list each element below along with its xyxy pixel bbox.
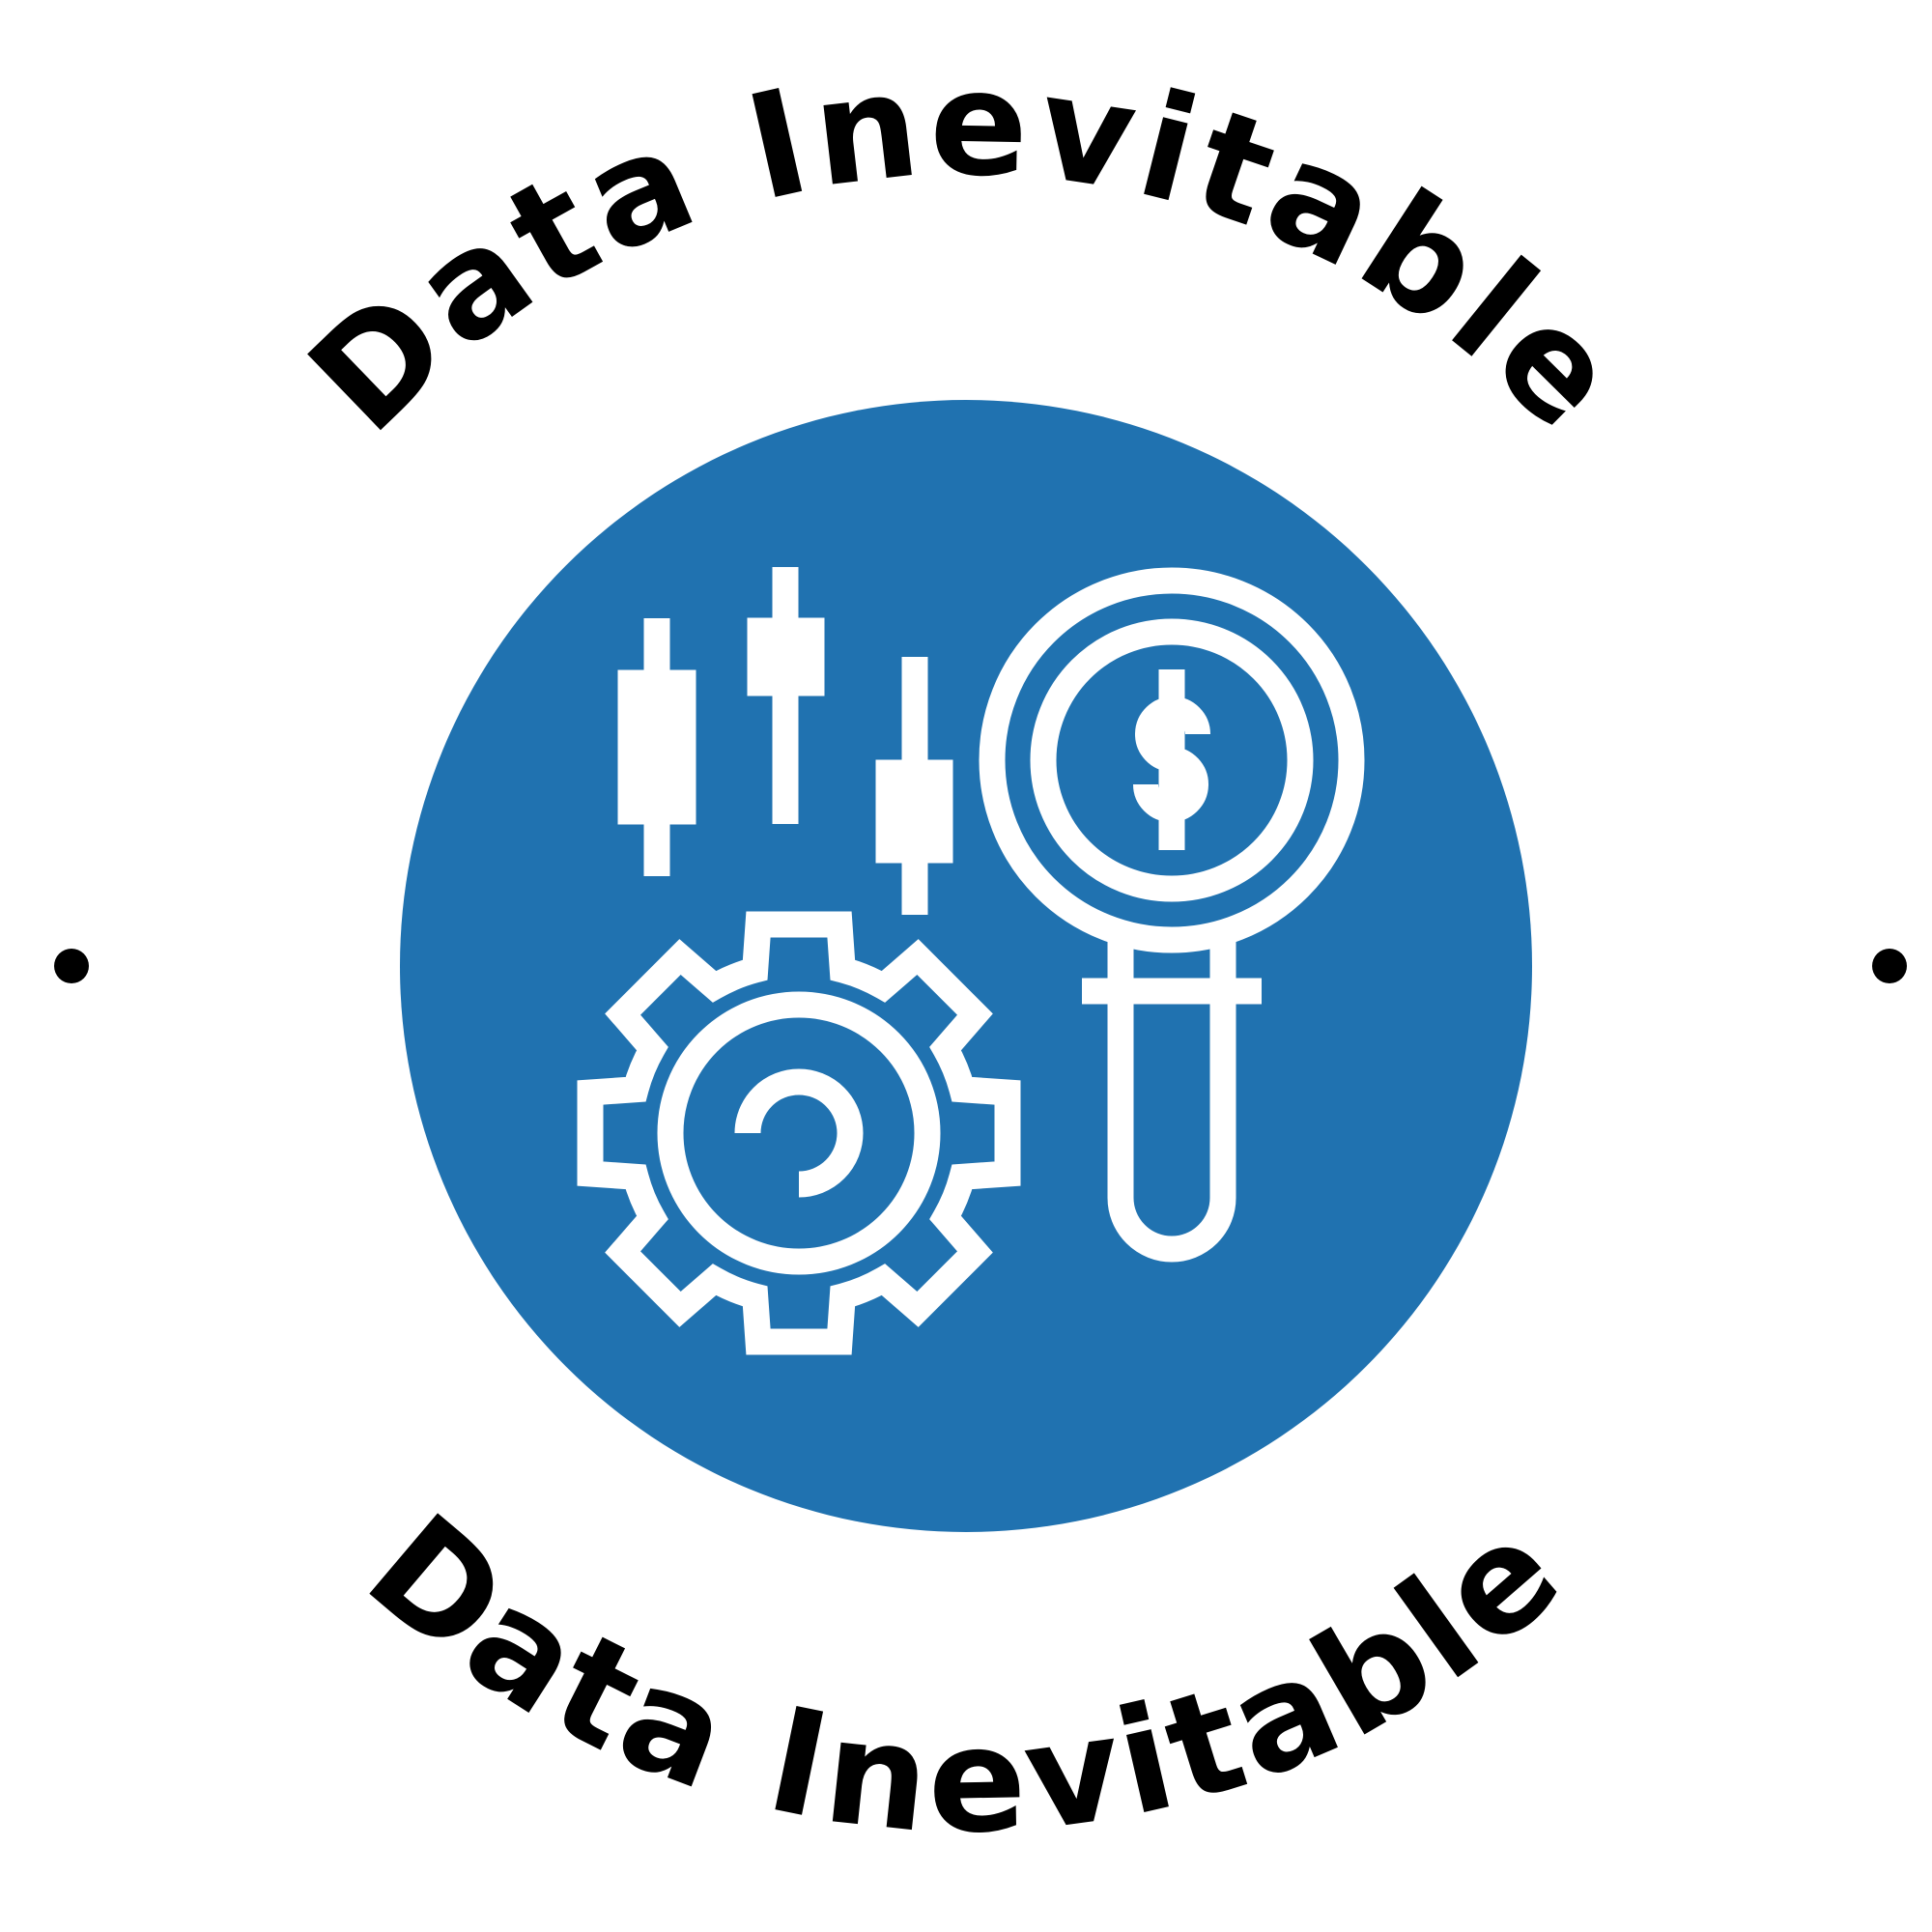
right-dot xyxy=(1872,949,1907,983)
logo-graphic: Data Inevitable Data Inevitable xyxy=(54,40,1907,1866)
bottom-ring-text: Data Inevitable xyxy=(337,1484,1596,1866)
blue-disc xyxy=(400,400,1532,1532)
left-dot xyxy=(54,949,89,983)
logo-badge: Data Inevitable Data Inevitable xyxy=(0,0,1932,1932)
